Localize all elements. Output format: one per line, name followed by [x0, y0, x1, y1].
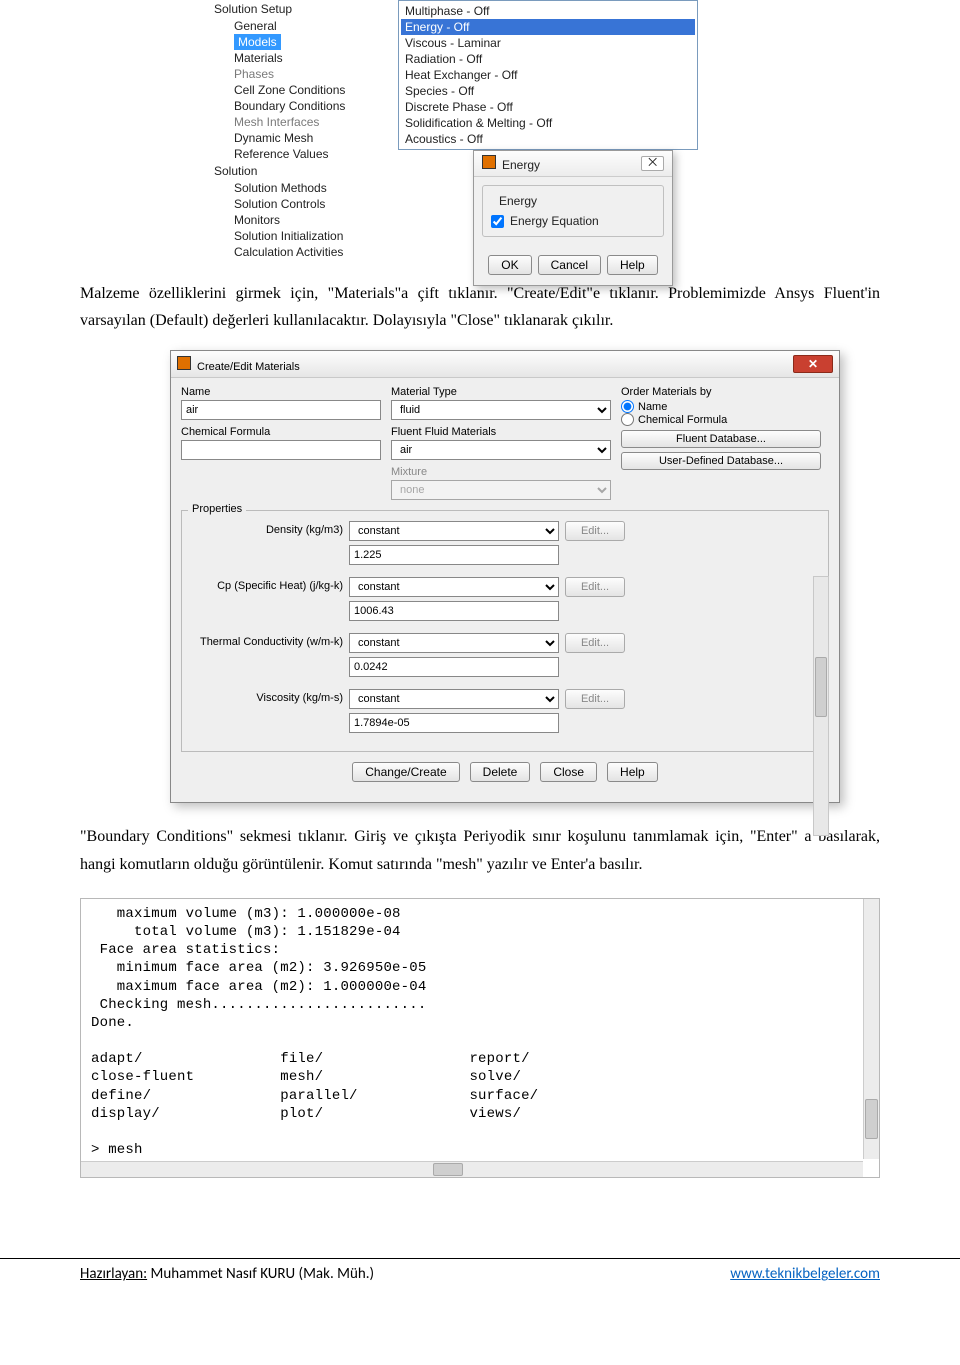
- properties-title: Properties: [188, 503, 246, 515]
- viscosity-method-select[interactable]: constant: [349, 689, 559, 709]
- prop-label: Cp (Specific Heat) (j/kg-k): [188, 577, 343, 592]
- mixture-label: Mixture: [391, 466, 611, 478]
- body-paragraph-2: "Boundary Conditions" sekmesi tıklanır. …: [80, 823, 880, 877]
- close-button[interactable]: Close: [540, 762, 597, 782]
- group-label: Energy: [495, 194, 541, 208]
- order-by-name[interactable]: Name: [621, 400, 821, 413]
- models-list[interactable]: Multiphase - Off Energy - Off Viscous - …: [398, 0, 698, 150]
- edit-button[interactable]: Edit...: [565, 577, 625, 597]
- dialog-title: Energy: [482, 155, 540, 172]
- material-type-label: Material Type: [391, 386, 611, 398]
- tree-item[interactable]: Calculation Activities: [222, 244, 390, 260]
- thermal-method-select[interactable]: constant: [349, 633, 559, 653]
- chem-formula-input[interactable]: [181, 440, 381, 460]
- prop-label: Viscosity (kg/m-s): [188, 689, 343, 704]
- density-value-input[interactable]: [349, 545, 559, 565]
- tree-item[interactable]: Materials: [222, 50, 390, 66]
- prop-label: Density (kg/m3): [188, 521, 343, 536]
- body-paragraph-1: Malzeme özelliklerini girmek için, "Mate…: [80, 280, 880, 334]
- tree-item[interactable]: Solution Initialization: [222, 228, 390, 244]
- help-button[interactable]: Help: [607, 255, 658, 275]
- app-icon: [177, 356, 191, 370]
- solution-tree: Solution Setup General Models Materials …: [210, 0, 390, 260]
- page-footer: Hazırlayan: Muhammet Nasıf KURU (Mak. Mü…: [0, 1259, 960, 1303]
- cp-method-select[interactable]: constant: [349, 577, 559, 597]
- mixture-select: none: [391, 480, 611, 500]
- tree-header-setup: Solution Setup: [210, 0, 390, 18]
- prop-label: Thermal Conductivity (w/m-k): [188, 633, 343, 648]
- fluent-materials-label: Fluent Fluid Materials: [391, 426, 611, 438]
- edit-button[interactable]: Edit...: [565, 521, 625, 541]
- energy-equation-checkbox[interactable]: Energy Equation: [491, 214, 655, 228]
- close-button[interactable]: ✕: [793, 355, 833, 373]
- close-button[interactable]: ⨉: [641, 156, 664, 171]
- list-item-selected[interactable]: Energy - Off: [401, 19, 695, 35]
- ok-button[interactable]: OK: [488, 255, 531, 275]
- cancel-button[interactable]: Cancel: [538, 255, 601, 275]
- material-type-select[interactable]: fluid: [391, 400, 611, 420]
- density-method-select[interactable]: constant: [349, 521, 559, 541]
- tree-item: Phases: [222, 66, 390, 82]
- console-output: maximum volume (m3): 1.000000e-08 total …: [80, 898, 880, 1179]
- scrollbar-thumb[interactable]: [865, 1099, 878, 1139]
- tree-item[interactable]: Reference Values: [222, 146, 390, 162]
- scrollbar-thumb[interactable]: [815, 657, 827, 717]
- dialog-title: Create/Edit Materials: [177, 356, 300, 373]
- list-item[interactable]: Radiation - Off: [401, 51, 695, 67]
- viscosity-value-input[interactable]: [349, 713, 559, 733]
- fluent-database-button[interactable]: Fluent Database...: [621, 430, 821, 448]
- tree-item[interactable]: Monitors: [222, 212, 390, 228]
- tree-item: Mesh Interfaces: [222, 114, 390, 130]
- footer-author-name: Muhammet Nasıf KURU (Mak. Müh.): [147, 1265, 374, 1283]
- checkbox-input[interactable]: [491, 215, 504, 228]
- help-button[interactable]: Help: [607, 762, 658, 782]
- tree-item[interactable]: General: [222, 18, 390, 34]
- name-input[interactable]: [181, 400, 381, 420]
- app-icon: [482, 155, 496, 169]
- tree-item[interactable]: Boundary Conditions: [222, 98, 390, 114]
- list-item[interactable]: Species - Off: [401, 83, 695, 99]
- edit-button[interactable]: Edit...: [565, 633, 625, 653]
- cp-value-input[interactable]: [349, 601, 559, 621]
- list-item[interactable]: Solidification & Melting - Off: [401, 115, 695, 131]
- console-text: maximum volume (m3): 1.000000e-08 total …: [81, 899, 879, 1178]
- change-create-button[interactable]: Change/Create: [352, 762, 459, 782]
- tree-header-solution: Solution: [210, 162, 390, 180]
- tree-item-models[interactable]: Models: [234, 34, 281, 50]
- thermal-value-input[interactable]: [349, 657, 559, 677]
- screenshot-setup-models: Solution Setup General Models Materials …: [210, 0, 880, 260]
- scrollbar-horizontal[interactable]: [81, 1161, 863, 1177]
- chem-formula-label: Chemical Formula: [181, 426, 381, 438]
- tree-item[interactable]: Solution Methods: [222, 180, 390, 196]
- edit-button[interactable]: Edit...: [565, 689, 625, 709]
- fluent-materials-select[interactable]: air: [391, 440, 611, 460]
- scrollbar-vertical[interactable]: [813, 576, 829, 836]
- list-item[interactable]: Multiphase - Off: [401, 3, 695, 19]
- delete-button[interactable]: Delete: [470, 762, 531, 782]
- tree-item[interactable]: Dynamic Mesh: [222, 130, 390, 146]
- materials-dialog: Create/Edit Materials ✕ Name Chemical Fo…: [170, 350, 840, 803]
- order-by-label: Order Materials by: [621, 386, 821, 398]
- name-label: Name: [181, 386, 381, 398]
- scrollbar-thumb[interactable]: [433, 1163, 463, 1176]
- list-item[interactable]: Discrete Phase - Off: [401, 99, 695, 115]
- footer-link[interactable]: www.teknikbelgeler.com: [730, 1265, 880, 1283]
- tree-item[interactable]: Cell Zone Conditions: [222, 82, 390, 98]
- user-database-button[interactable]: User-Defined Database...: [621, 452, 821, 470]
- scrollbar-vertical[interactable]: [863, 899, 879, 1160]
- order-by-chem[interactable]: Chemical Formula: [621, 413, 821, 426]
- list-item[interactable]: Viscous - Laminar: [401, 35, 695, 51]
- energy-dialog: Energy ⨉ Energy Energy Equation OK Cance…: [473, 150, 673, 286]
- list-item[interactable]: Heat Exchanger - Off: [401, 67, 695, 83]
- tree-item[interactable]: Solution Controls: [222, 196, 390, 212]
- footer-author-label: Hazırlayan:: [80, 1265, 147, 1283]
- list-item[interactable]: Acoustics - Off: [401, 131, 695, 147]
